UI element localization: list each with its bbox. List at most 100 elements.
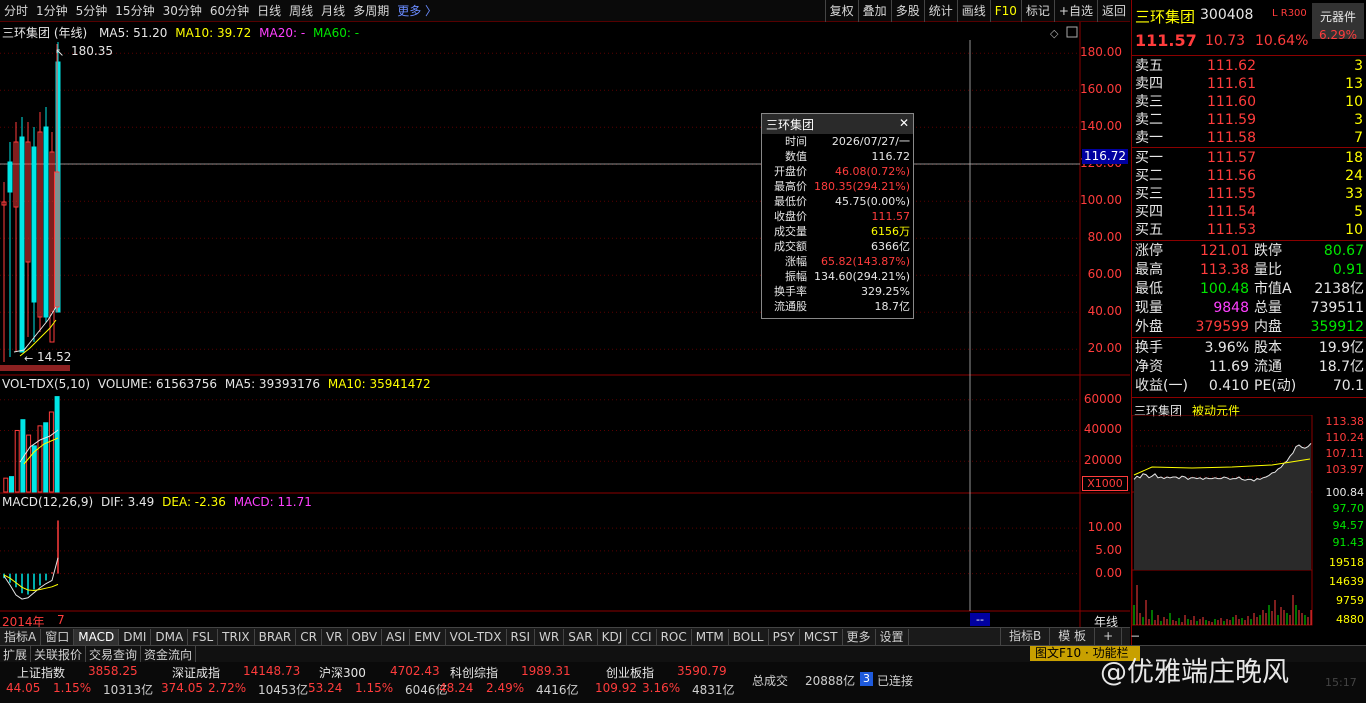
tool-button-3[interactable]: 统计	[923, 0, 957, 22]
indicator-tabs-right: 指标B 模 板 + −	[1000, 628, 1148, 645]
fund-label: PE(动)	[1254, 378, 1297, 394]
tooltip-value: 134.60(294.21%)	[813, 270, 910, 283]
tool-button-4[interactable]: 画线	[956, 0, 990, 22]
mini-axis-label: 103.97	[1326, 463, 1365, 476]
indicator-tab-10[interactable]: OBV	[348, 628, 383, 645]
indicator-tab-0[interactable]: 指标A	[0, 628, 42, 645]
period-tab-9[interactable]: 多周期	[349, 2, 393, 19]
tool-button-2[interactable]: 多股	[890, 0, 924, 22]
indicator-tab-20[interactable]: MTM	[692, 628, 729, 645]
period-tab-7[interactable]: 周线	[285, 2, 317, 19]
tooltip-value: 329.25%	[861, 285, 910, 298]
indicator-tab-6[interactable]: TRIX	[218, 628, 255, 645]
window-toggle-icon[interactable]	[1066, 26, 1078, 38]
tooltip-value: 2026/07/27/一	[831, 135, 910, 148]
close-icon[interactable]: ✕	[899, 116, 909, 132]
indicator-tab-15[interactable]: WR	[535, 628, 565, 645]
indicator-tab-1[interactable]: 窗口	[41, 628, 75, 645]
index-name[interactable]: 上证指数	[17, 664, 65, 681]
indicator-tab-14[interactable]: RSI	[507, 628, 536, 645]
function-tab-3[interactable]: 资金流向	[141, 645, 197, 663]
mini-axis-label: 97.70	[1333, 502, 1365, 515]
indicator-tabs: 指标A 窗口 MACD DMI DMA FSL TRIX BRAR CR VR OBV ASI EMV V…	[0, 627, 1130, 645]
index-name[interactable]: 沪深300	[319, 664, 366, 681]
indicator-tab-right-2[interactable]: +	[1094, 628, 1121, 645]
period-tab-1[interactable]: 1分钟	[32, 2, 72, 19]
index-name[interactable]: 创业板指	[606, 664, 654, 681]
period-tab-2[interactable]: 5分钟	[72, 2, 112, 19]
volume-bar	[54, 396, 60, 493]
buy-level: 买三 111.55 33	[1132, 185, 1366, 203]
period-tab-6[interactable]: 日线	[253, 2, 285, 19]
more-periods-button[interactable]: 更多 〉	[393, 2, 441, 19]
event-markers	[0, 365, 70, 371]
indicator-tab-16[interactable]: SAR	[564, 628, 598, 645]
tooltip-key: 时间	[785, 135, 807, 148]
indicator-tab-2[interactable]: MACD	[74, 628, 120, 645]
index-name[interactable]: 科创综指	[450, 664, 498, 681]
level-price: 111.54	[1207, 204, 1256, 220]
tooltip-key: 流通股	[774, 300, 807, 313]
indicator-tab-8[interactable]: CR	[296, 628, 322, 645]
tool-button-7[interactable]: +自选	[1053, 0, 1097, 22]
stat-value: 80.67	[1323, 243, 1364, 259]
indicator-tab-12[interactable]: EMV	[410, 628, 446, 645]
function-tab-0[interactable]: 扩展	[0, 645, 32, 663]
period-tab-5[interactable]: 60分钟	[206, 2, 253, 19]
tool-button-5[interactable]: F10	[989, 0, 1021, 22]
mini-axis-label: 107.11	[1326, 447, 1365, 460]
stat-value: 113.38	[1200, 262, 1249, 278]
stat-value: 379599	[1195, 319, 1249, 335]
period-tab-8[interactable]: 月线	[317, 2, 349, 19]
indicator-tab-25[interactable]: 设置	[876, 628, 909, 645]
tool-button-1[interactable]: 叠加	[857, 0, 891, 22]
indicator-tab-23[interactable]: MCST	[800, 628, 843, 645]
tool-button-0[interactable]: 复权	[824, 0, 858, 22]
main-chart[interactable]: ↖ ← ◇ 三环集团 (年线) MA5: 51.20 MA10: 39.72 MA2…	[0, 22, 1130, 629]
period-tab-4[interactable]: 30分钟	[159, 2, 206, 19]
chart-canvas[interactable]: ↖ ← ◇	[0, 22, 1130, 627]
indicator-tab-4[interactable]: DMA	[151, 628, 189, 645]
period-tab-0[interactable]: 分时	[0, 2, 32, 19]
index-name[interactable]: 深证成指	[172, 664, 220, 681]
indicator-tab-3[interactable]: DMI	[119, 628, 152, 645]
intraday-mini-chart[interactable]: 113.38 110.24 107.11 103.97 100.84 97.70 94.57…	[1132, 415, 1366, 645]
tooltip-value: 180.35(294.21%)	[813, 180, 910, 193]
tool-button-6[interactable]: 标记	[1020, 0, 1054, 22]
period-tab-3[interactable]: 15分钟	[111, 2, 158, 19]
indicator-tab-17[interactable]: KDJ	[598, 628, 628, 645]
indicator-tab-right-3[interactable]: −	[1121, 628, 1148, 645]
indicator-tab-right-0[interactable]: 指标B	[1000, 628, 1049, 645]
diamond-icon[interactable]: ◇	[1050, 27, 1059, 40]
date-axis-num: 7	[57, 613, 65, 627]
indicator-tab-19[interactable]: ROC	[657, 628, 692, 645]
function-tab-1[interactable]: 关联报价	[31, 645, 87, 663]
tool-button-8[interactable]: 返回	[1096, 0, 1130, 22]
indicator-tab-22[interactable]: PSY	[769, 628, 800, 645]
level-qty: 3	[1354, 58, 1363, 74]
indicator-tab-13[interactable]: VOL-TDX	[446, 628, 507, 645]
tooltip-value: 6366亿	[871, 240, 910, 253]
index-value: 3858.25	[88, 664, 138, 678]
indicator-tab-18[interactable]: CCI	[627, 628, 657, 645]
indicator-tab-21[interactable]: BOLL	[729, 628, 769, 645]
indicator-tab-11[interactable]: ASI	[382, 628, 411, 645]
function-tab-2[interactable]: 交易查询	[86, 645, 142, 663]
stat-label: 跌停	[1254, 243, 1282, 259]
price-axis-label: 40.00	[1087, 304, 1122, 319]
sell-level: 卖四 111.61 13	[1132, 75, 1366, 93]
sector-box[interactable]: 元器件 6.29%	[1312, 3, 1364, 42]
indicator-tab-24[interactable]: 更多	[843, 628, 876, 645]
mini-axis-label: 113.38	[1326, 415, 1365, 428]
vol-ma10: MA10: 35941472	[327, 377, 431, 391]
connection-status: 已连接	[877, 674, 914, 688]
indicator-tab-7[interactable]: BRAR	[255, 628, 297, 645]
indicator-tab-9[interactable]: VR	[322, 628, 348, 645]
tooltip-row: 流通股 18.7亿	[762, 299, 913, 314]
level-label: 卖四	[1135, 76, 1163, 92]
tooltip-value: 116.72	[871, 150, 911, 163]
index-value: 3590.79	[677, 664, 727, 678]
indicator-tab-right-1[interactable]: 模 板	[1049, 628, 1094, 645]
indicator-tab-5[interactable]: FSL	[188, 628, 219, 645]
high-label: 180.35	[71, 44, 113, 58]
